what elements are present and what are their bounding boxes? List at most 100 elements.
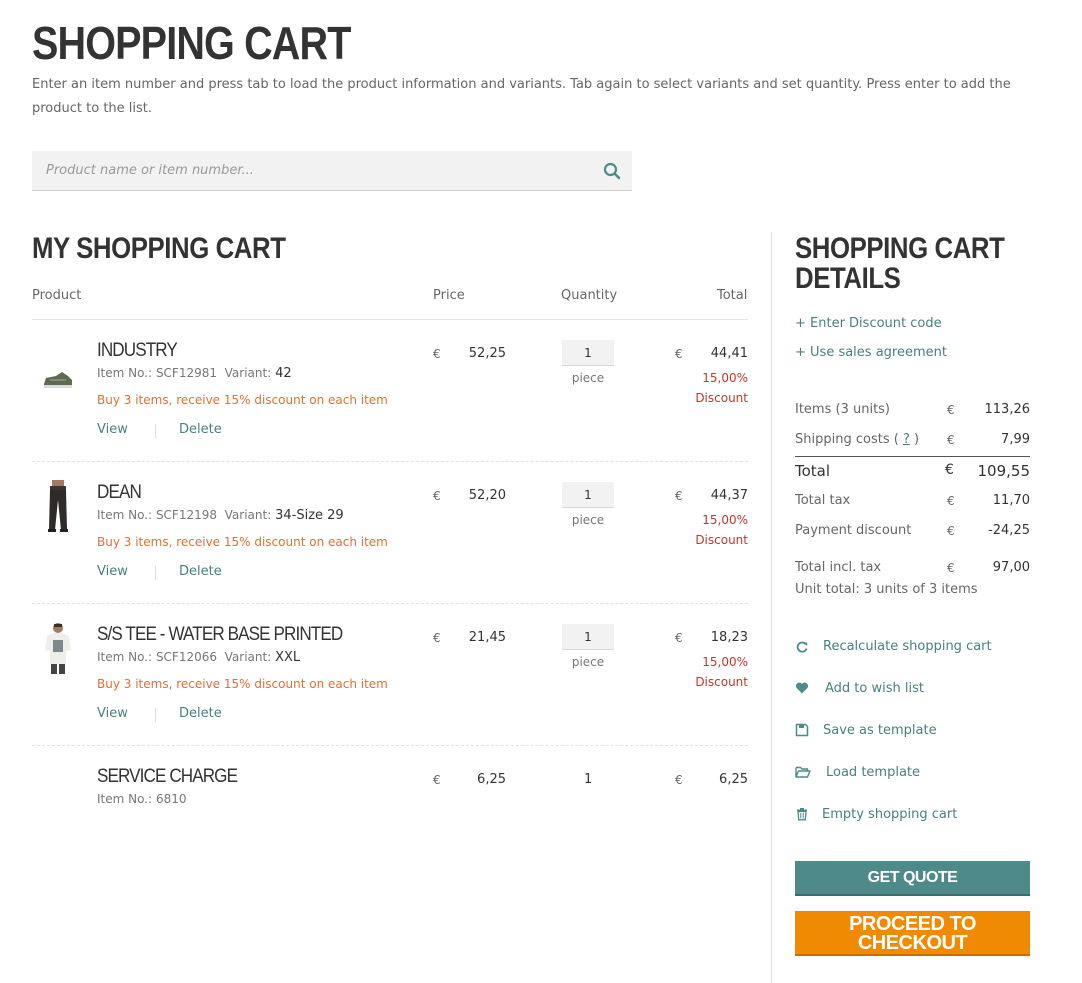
price-value: 52,20	[468, 488, 506, 503]
item-number: SCF12198	[155, 508, 218, 522]
column-divider	[771, 232, 772, 983]
total-value: 44,37	[710, 488, 748, 503]
total-currency: €	[675, 347, 683, 361]
quantity-input[interactable]: 1	[562, 624, 614, 650]
total-divider	[795, 456, 1030, 457]
quantity-unit: piece	[571, 513, 605, 527]
cart-row: INDUSTRY Item No.: SCF12981 Variant: 42 …	[32, 320, 748, 462]
recalculate-button[interactable]: Recalculate shopping cart	[795, 639, 1015, 657]
price-value: 21,45	[468, 630, 506, 645]
total-label: Total	[795, 462, 831, 480]
empty-cart-button[interactable]: Empty shopping cart	[795, 807, 1015, 825]
discount-code-link[interactable]: + Enter Discount code	[795, 316, 942, 331]
total-currency: €	[675, 489, 683, 503]
quantity-value: 1	[584, 772, 593, 787]
discount-label: Discount	[695, 533, 748, 547]
cart-row: DEAN Item No.: SCF12198 Variant: 34-Size…	[32, 462, 748, 604]
payment-discount-value: -24,25	[988, 523, 1030, 538]
view-link[interactable]: View	[97, 706, 128, 721]
items-value: 113,26	[984, 402, 1031, 417]
delete-link[interactable]: Delete	[179, 422, 222, 437]
quantity-input[interactable]: 1	[562, 482, 614, 508]
variant-value: XXL	[275, 650, 301, 665]
price-currency: €	[433, 631, 441, 645]
get-quote-button[interactable]: GET QUOTE	[795, 861, 1030, 896]
price-currency: €	[433, 773, 441, 787]
price-value: 52,25	[468, 346, 506, 361]
total-value: 6,25	[719, 772, 748, 787]
incl-tax-label: Total incl. tax	[795, 560, 882, 575]
cart-title: MY SHOPPING CART	[32, 232, 286, 265]
wish-list-button[interactable]: Add to wish list	[795, 681, 1015, 699]
payment-discount-currency: €	[947, 524, 955, 538]
save-template-button[interactable]: Save as template	[795, 723, 1015, 741]
items-currency: €	[947, 403, 955, 417]
cart-row: S/S TEE - WATER BASE PRINTED Item No.: S…	[32, 604, 748, 746]
price-currency: €	[433, 347, 441, 361]
refresh-icon	[796, 641, 808, 653]
product-meta: Item No.: SCF12198 Variant: 34-Size 29	[97, 508, 344, 523]
quantity-unit: piece	[571, 655, 605, 669]
item-number: SCF12981	[155, 366, 218, 380]
product-name[interactable]: DEAN	[97, 482, 142, 504]
total-currency: €	[945, 462, 954, 478]
view-link[interactable]: View	[97, 564, 128, 579]
proceed-to-checkout-button[interactable]: PROCEED TO CHECKOUT	[795, 911, 1030, 956]
tax-label: Total tax	[795, 493, 851, 508]
shipping-label: Shipping costs ( ? )	[795, 432, 920, 447]
trousers-image[interactable]	[38, 478, 78, 534]
price-value: 6,25	[477, 772, 506, 787]
action-divider	[155, 708, 156, 722]
total-value: 18,23	[710, 630, 748, 645]
item-number: 6810	[155, 792, 187, 806]
discount-label: Discount	[695, 675, 748, 689]
item-number: SCF12066	[155, 650, 218, 664]
product-name[interactable]: S/S TEE - WATER BASE PRINTED	[97, 624, 343, 646]
tax-value: 11,70	[992, 493, 1030, 508]
row-actions: View Delete	[97, 706, 222, 722]
col-price: Price	[433, 288, 465, 303]
details-title: SHOPPING CART DETAILS	[795, 232, 1005, 295]
promo-text: Buy 3 items, receive 15% discount on eac…	[97, 677, 388, 691]
variant-value: 42	[275, 366, 292, 381]
quantity-input[interactable]: 1	[562, 340, 614, 366]
search-input[interactable]	[32, 151, 592, 190]
row-actions: View Delete	[97, 422, 222, 438]
product-name: SERVICE CHARGE	[97, 766, 238, 787]
incl-tax-value: 97,00	[992, 560, 1030, 575]
service-charge-row: SERVICE CHARGE Item No.: 6810 € 6,25 1 €…	[32, 746, 748, 826]
product-meta: Item No.: SCF12066 Variant: XXL	[97, 650, 301, 665]
action-divider	[155, 566, 156, 580]
shipping-value: 7,99	[1001, 432, 1030, 447]
product-name[interactable]: INDUSTRY	[97, 340, 178, 362]
floppy-disk-icon	[795, 723, 809, 737]
discount-percent: 15,00%	[702, 513, 748, 527]
page-intro: Enter an item number and press tab to lo…	[32, 77, 1011, 116]
promo-text: Buy 3 items, receive 15% discount on eac…	[97, 535, 388, 549]
col-product: Product	[32, 288, 82, 303]
shipping-currency: €	[947, 433, 955, 447]
shipping-help-link[interactable]: ?	[903, 432, 910, 447]
t-shirt-image[interactable]	[38, 620, 78, 676]
discount-percent: 15,00%	[702, 371, 748, 385]
trash-icon	[797, 808, 807, 821]
delete-link[interactable]: Delete	[179, 706, 222, 721]
unit-total: Unit total: 3 units of 3 items	[795, 582, 978, 597]
variant-value: 34-Size 29	[275, 508, 344, 523]
total-currency: €	[675, 631, 683, 645]
action-divider	[155, 424, 156, 438]
sales-agreement-link[interactable]: + Use sales agreement	[795, 345, 947, 360]
total-value: 109,55	[977, 462, 1031, 480]
heart-icon	[795, 682, 809, 694]
search-icon[interactable]	[602, 161, 622, 181]
load-template-button[interactable]: Load template	[795, 765, 1015, 783]
product-search	[32, 151, 632, 191]
view-link[interactable]: View	[97, 422, 128, 437]
quantity-unit: piece	[571, 371, 605, 385]
product-meta: Item No.: SCF12981 Variant: 42	[97, 366, 292, 381]
sneaker-image[interactable]	[38, 336, 78, 392]
total-value: 44,41	[710, 346, 748, 361]
col-total: Total	[717, 288, 748, 303]
delete-link[interactable]: Delete	[179, 564, 222, 579]
promo-text: Buy 3 items, receive 15% discount on eac…	[97, 393, 388, 407]
